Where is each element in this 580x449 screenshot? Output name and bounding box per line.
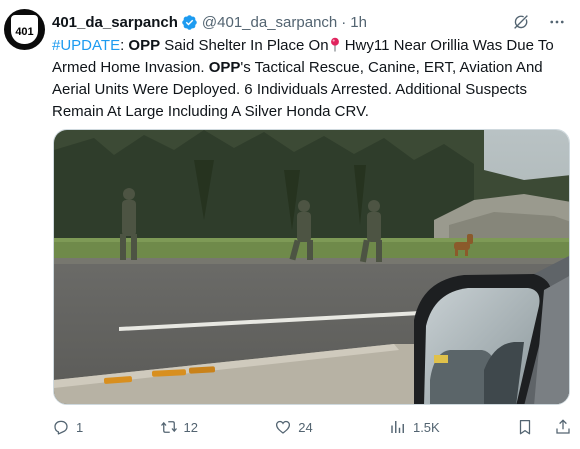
grok-icon[interactable] — [512, 13, 530, 31]
bookmark-icon[interactable] — [516, 418, 534, 436]
views-button[interactable]: 1.5K — [389, 418, 440, 436]
reply-button[interactable]: 1 — [52, 418, 83, 436]
timestamp[interactable]: 1h — [350, 14, 367, 31]
tweet-text: #UPDATE: OPP Said Shelter In Place On Hw… — [52, 35, 572, 123]
hashtag-link[interactable]: #UPDATE — [52, 37, 120, 54]
like-button[interactable]: 24 — [274, 418, 313, 436]
share-icon[interactable] — [554, 418, 572, 436]
tweet-action-bar: 1 12 24 1.5K — [52, 414, 572, 440]
highway-401-shield-logo: 401 — [11, 15, 38, 44]
more-icon[interactable] — [548, 13, 566, 31]
avatar[interactable]: 401 — [4, 9, 45, 50]
heart-icon — [276, 420, 291, 434]
org-name-2: OPP — [208, 59, 241, 76]
like-count: 24 — [298, 419, 313, 435]
org-name-1: OPP — [128, 37, 161, 54]
right-actions — [516, 418, 572, 436]
display-name[interactable]: 401_da_sarpanch — [52, 14, 178, 31]
roadside-police-photo — [54, 130, 569, 404]
avatar-text: 401 — [15, 25, 34, 38]
reply-icon — [54, 420, 68, 435]
handle[interactable]: @401_da_sarpanch — [202, 14, 337, 31]
tweet-text-part-1: Said Shelter In Place On — [160, 37, 329, 54]
views-icon — [391, 421, 404, 433]
views-count: 1.5K — [412, 419, 440, 435]
repost-button[interactable]: 12 — [160, 418, 198, 436]
repost-count: 12 — [183, 419, 198, 435]
top-right-icons — [512, 13, 566, 31]
tweet-photo[interactable] — [53, 129, 570, 405]
repost-icon — [160, 421, 177, 433]
separator-dot: · — [341, 13, 347, 31]
reply-count: 1 — [76, 419, 84, 435]
tweet-header: 401_da_sarpanch @401_da_sarpanch · 1h — [52, 11, 367, 33]
verified-badge-icon[interactable] — [181, 14, 198, 31]
round-pushpin-icon — [330, 37, 339, 52]
